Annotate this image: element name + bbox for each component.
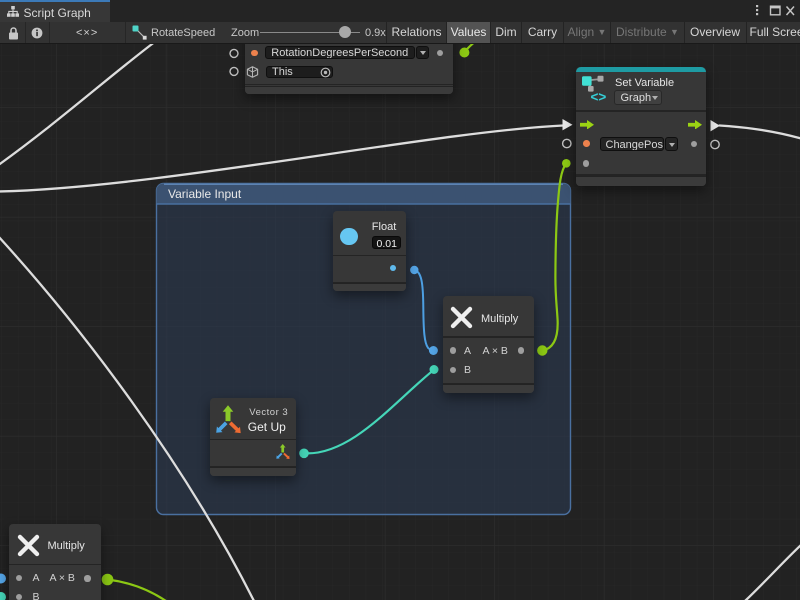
svg-text:<>: <> [591,90,607,105]
